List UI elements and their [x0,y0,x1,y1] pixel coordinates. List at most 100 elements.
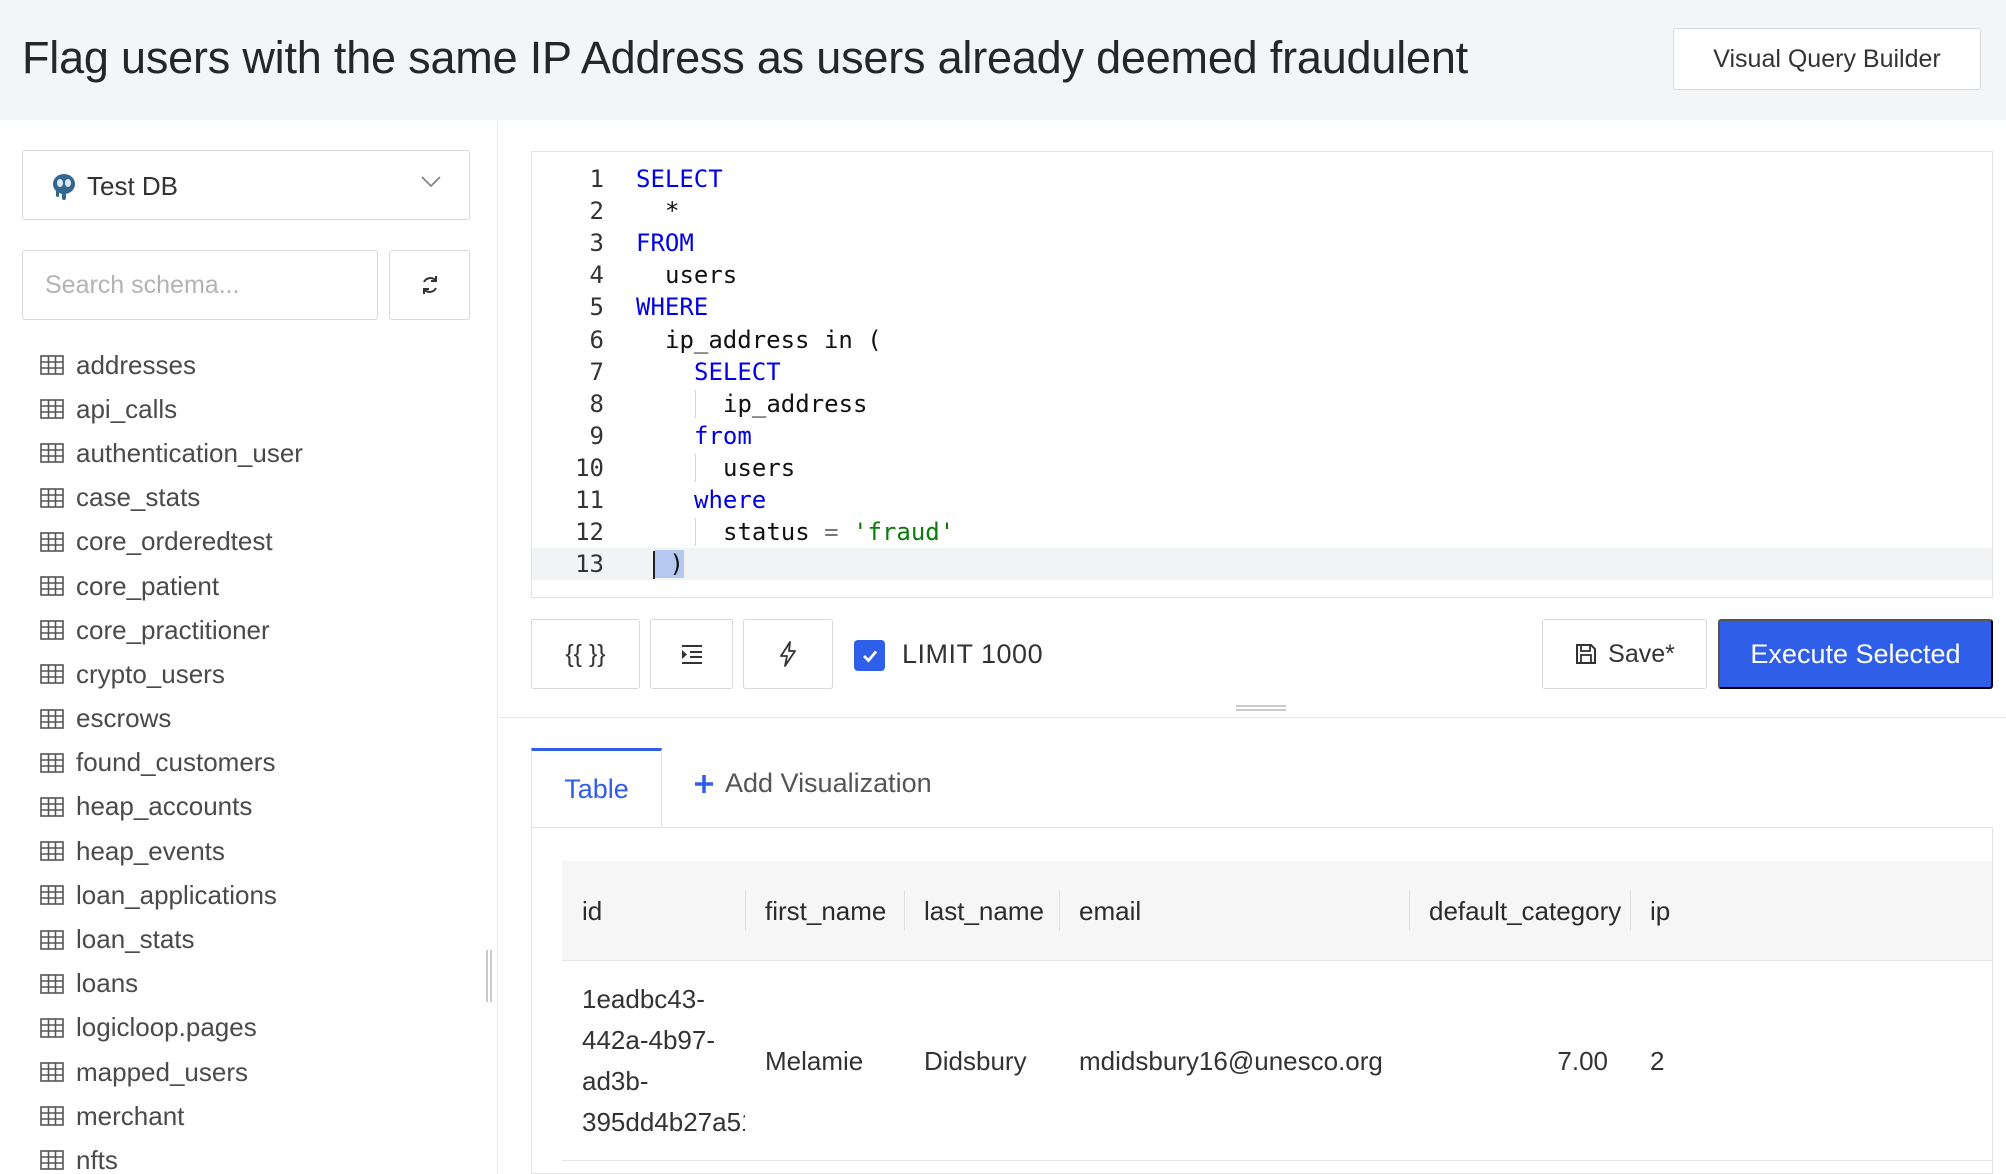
schema-table-name: found_customers [76,747,276,778]
results-tabs: Table Add Visualization [531,748,1993,828]
table-row[interactable]: 1eadbc43- 442a-4b97- ad3b- 395dd4b27a51 M… [562,961,1992,1161]
column-divider[interactable] [904,891,905,931]
line-number: 5 [589,293,604,322]
code-line[interactable]: 3 FROM [532,227,1992,259]
code-line[interactable]: 8 ip_address [532,388,1992,420]
schema-table-item[interactable]: core_practitioner [40,608,303,652]
code-line[interactable]: 7 SELECT [532,356,1992,388]
query-params-button[interactable]: {{ }} [531,619,640,689]
sql-token: * [665,197,680,226]
indent-guide [695,518,696,547]
column-header-last-name[interactable]: last_name [904,861,1059,961]
lightning-icon [780,641,796,667]
schema-table-item[interactable]: escrows [40,697,303,741]
schema-table-item[interactable]: heap_events [40,829,303,873]
add-visualization-tab[interactable]: Add Visualization [693,768,932,799]
table-icon [40,1106,64,1127]
format-query-button[interactable] [650,619,733,689]
code-line[interactable]: 13 ) [532,548,1992,581]
sql-token: ip_address in ( [665,325,882,354]
line-number: 2 [589,197,604,226]
schema-table-item[interactable]: loans [40,962,303,1006]
table-icon [40,1062,64,1082]
table-icon [40,487,64,508]
sidebar-resize-handle[interactable] [486,950,492,1002]
chevron-down-icon [421,176,441,188]
limit-checkbox[interactable] [854,640,885,671]
schema-table-item[interactable]: nfts [40,1138,303,1174]
sql-token: ip_address [723,389,868,418]
editor-results-resize-handle[interactable] [1236,705,1286,711]
column-header-default-category[interactable]: default_category [1409,861,1630,961]
refresh-schema-button[interactable] [389,250,470,320]
refresh-icon [422,276,437,294]
cell-email: mdidsbury16@unesco.org [1079,1045,1383,1076]
sql-keyword: where [694,486,767,514]
schema-table-item[interactable]: case_stats [40,476,303,520]
table-icon [40,752,64,773]
schema-table-item[interactable]: logicloop.pages [40,1006,303,1050]
table-icon [40,355,64,375]
code-text: SELECT [636,163,723,195]
execute-selected-button[interactable]: Execute Selected [1718,619,1993,689]
save-button[interactable]: Save* [1542,619,1707,689]
table-icon [40,708,64,729]
indent-icon [681,645,702,664]
table-icon [40,443,64,464]
visual-query-builder-button[interactable]: Visual Query Builder [1673,28,1981,90]
table-icon [40,797,64,817]
database-select[interactable]: Test DB [22,150,470,220]
column-divider[interactable] [1409,891,1410,931]
limit-label: LIMIT 1000 [902,639,1044,669]
column-divider[interactable] [1630,891,1631,931]
postgres-icon [53,174,75,200]
schema-table-item[interactable]: crypto_users [40,652,303,696]
code-line[interactable]: 1 SELECT [532,163,1992,195]
schema-table-item[interactable]: authentication_user [40,431,303,475]
code-line[interactable]: 5 WHERE [532,291,1992,323]
column-header-ip[interactable]: ip [1630,861,1670,961]
sql-editor[interactable]: 1 SELECT 2 * 3 FROM 4 users 5 WHERE 6 ip_address in… [531,151,1993,598]
selection-highlight [655,550,670,579]
schema-table-item[interactable]: loan_stats [40,917,303,961]
column-divider[interactable] [745,891,746,931]
tab-table[interactable]: Table [531,748,662,828]
schema-table-name: heap_events [76,835,225,866]
sql-keyword: FROM [636,229,694,258]
schema-table-item[interactable]: core_orderedtest [40,520,303,564]
schema-table-list: addresses api_calls authentication_usercas… [40,343,303,1174]
schema-table-item[interactable]: addresses [40,343,303,387]
results-table-header: id first_name last_name email default_catego… [562,861,1992,961]
column-header-id[interactable]: id [562,861,745,961]
sql-keyword: SELECT [636,165,723,193]
schema-table-name: authentication_user [76,437,303,468]
page-header: Flag users with the same IP Address as u… [0,0,2006,120]
autocomplete-button[interactable] [743,619,833,689]
database-select-value: Test DB [87,171,179,201]
schema-search-input[interactable] [22,250,378,320]
code-line[interactable]: 11 where [532,484,1992,516]
schema-table-item[interactable]: heap_accounts [40,785,303,829]
sql-string: 'fraud' [853,518,955,547]
code-line[interactable]: 10 users [532,452,1992,484]
schema-table-item[interactable]: loan_applications [40,873,303,917]
code-line[interactable]: 6 ip_address in ( [532,324,1992,356]
schema-table-item[interactable]: api_calls [40,387,303,431]
schema-table-item[interactable]: mapped_users [40,1050,303,1094]
code-line[interactable]: 4 users [532,259,1992,291]
table-icon [40,532,64,552]
table-icon [40,1150,64,1171]
code-line[interactable]: 2 * [532,195,1992,227]
code-text: users [665,259,737,291]
code-line[interactable]: 9 from [532,420,1992,452]
schema-table-item[interactable]: merchant [40,1094,303,1138]
cell-ip: 2 [1650,1045,1665,1076]
schema-table-item[interactable]: core_patient [40,564,303,608]
line-number: 9 [589,421,604,450]
column-header-first-name[interactable]: first_name [745,861,904,961]
schema-table-item[interactable]: found_customers [40,741,303,785]
schema-table-name: heap_accounts [76,791,253,822]
column-divider[interactable] [1059,891,1060,931]
code-line[interactable]: 12 status = 'fraud' [532,516,1992,548]
column-header-email[interactable]: email [1059,861,1409,961]
